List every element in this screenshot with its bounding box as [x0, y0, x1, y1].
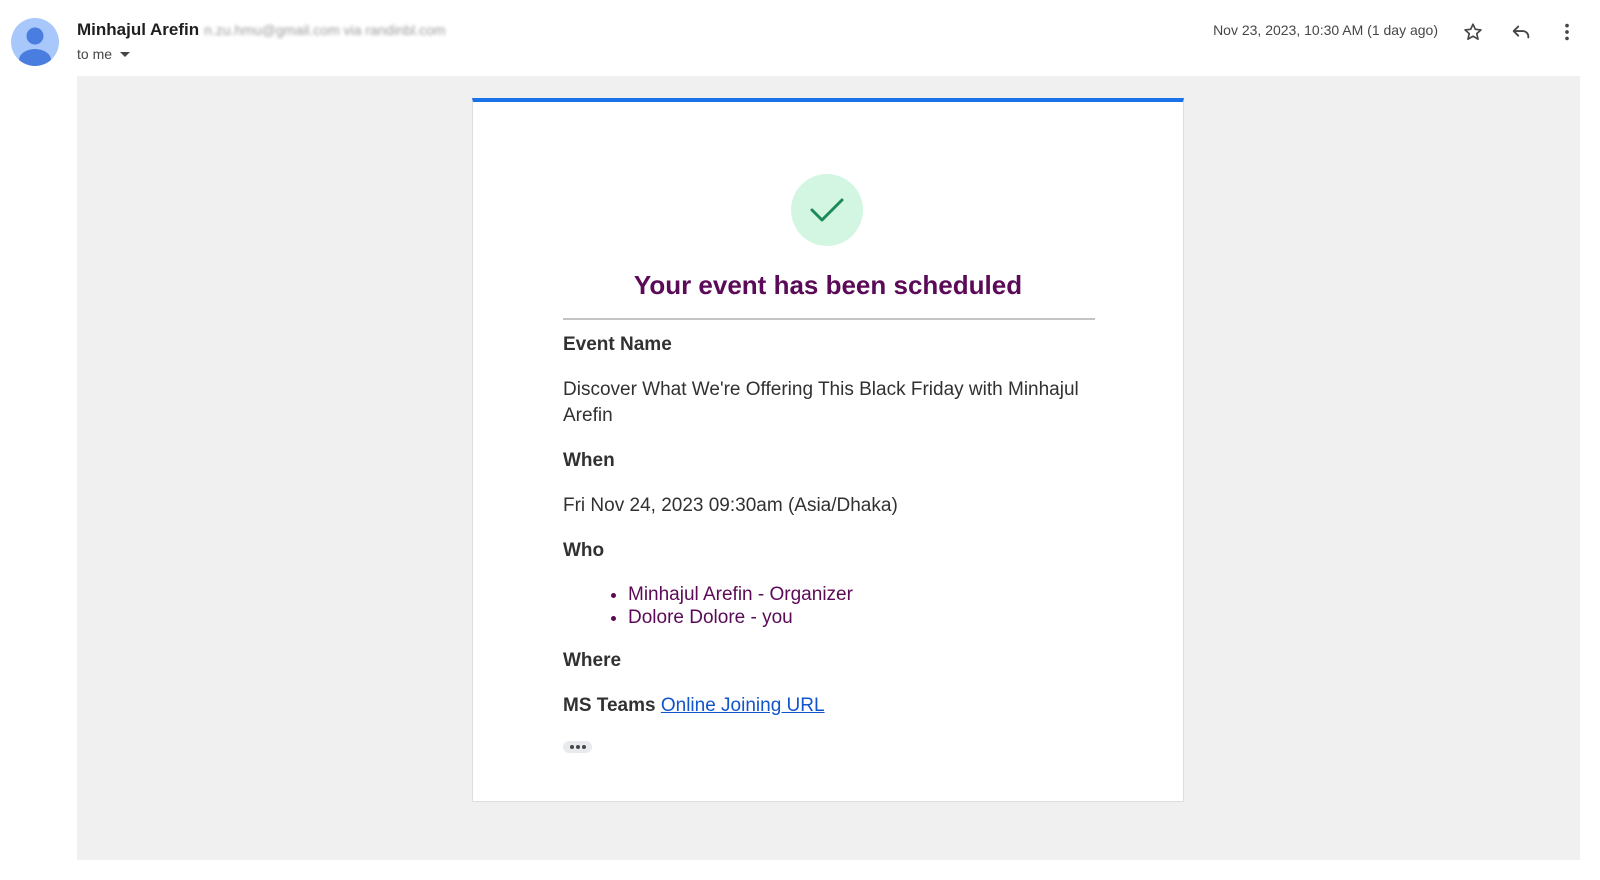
reply-icon[interactable] — [1507, 18, 1535, 46]
attendee-item: Minhajul Arefin - Organizer — [628, 583, 1095, 606]
who-label: Who — [563, 540, 605, 561]
sender-line: Minhajul Arefin n.zu.hmu@gmail.com via r… — [77, 20, 446, 42]
platform-name: MS Teams — [563, 695, 656, 716]
show-trimmed-content-button[interactable] — [563, 741, 592, 753]
event-name: Discover What We're Offering This Black … — [563, 379, 1079, 426]
event-card: Your event has been scheduled Event Name… — [472, 98, 1184, 802]
checkmark-icon — [791, 174, 863, 246]
email-body: Your event has been scheduled Event Name… — [77, 76, 1580, 860]
chevron-down-icon[interactable] — [120, 51, 131, 57]
email-date: Nov 23, 2023, 10:30 AM (1 day ago) — [1213, 22, 1438, 38]
email-header: Minhajul Arefin n.zu.hmu@gmail.com via r… — [0, 0, 1600, 76]
more-vert-icon[interactable] — [1553, 18, 1581, 46]
star-icon[interactable] — [1459, 18, 1487, 46]
event-name-label: Event Name — [563, 334, 672, 355]
recipient-line: to me — [77, 46, 131, 62]
where-label: Where — [563, 650, 622, 671]
event-details: Event Name Discover What We're Offering … — [563, 332, 1095, 757]
attendee-list: Minhajul Arefin - Organizer Dolore Dolor… — [563, 583, 1095, 629]
sender-email: n.zu.hmu@gmail.com via randinbl.com — [204, 22, 446, 38]
event-time: Fri Nov 24, 2023 09:30am (Asia/Dhaka) — [563, 495, 898, 516]
attendee-item: Dolore Dolore - you — [628, 606, 1095, 629]
card-title: Your event has been scheduled — [633, 270, 1023, 300]
location-line: MS Teams Online Joining URL — [563, 693, 1095, 719]
dot — [581, 745, 586, 749]
sender-avatar[interactable] — [11, 18, 59, 66]
joining-url-link[interactable]: Online Joining URL — [661, 695, 825, 716]
when-label: When — [563, 450, 615, 471]
dot — [575, 745, 580, 749]
to-label: to me — [77, 46, 113, 62]
person-icon — [19, 27, 51, 66]
divider — [563, 318, 1095, 320]
sender-name[interactable]: Minhajul Arefin — [77, 20, 199, 40]
dot — [569, 745, 574, 749]
